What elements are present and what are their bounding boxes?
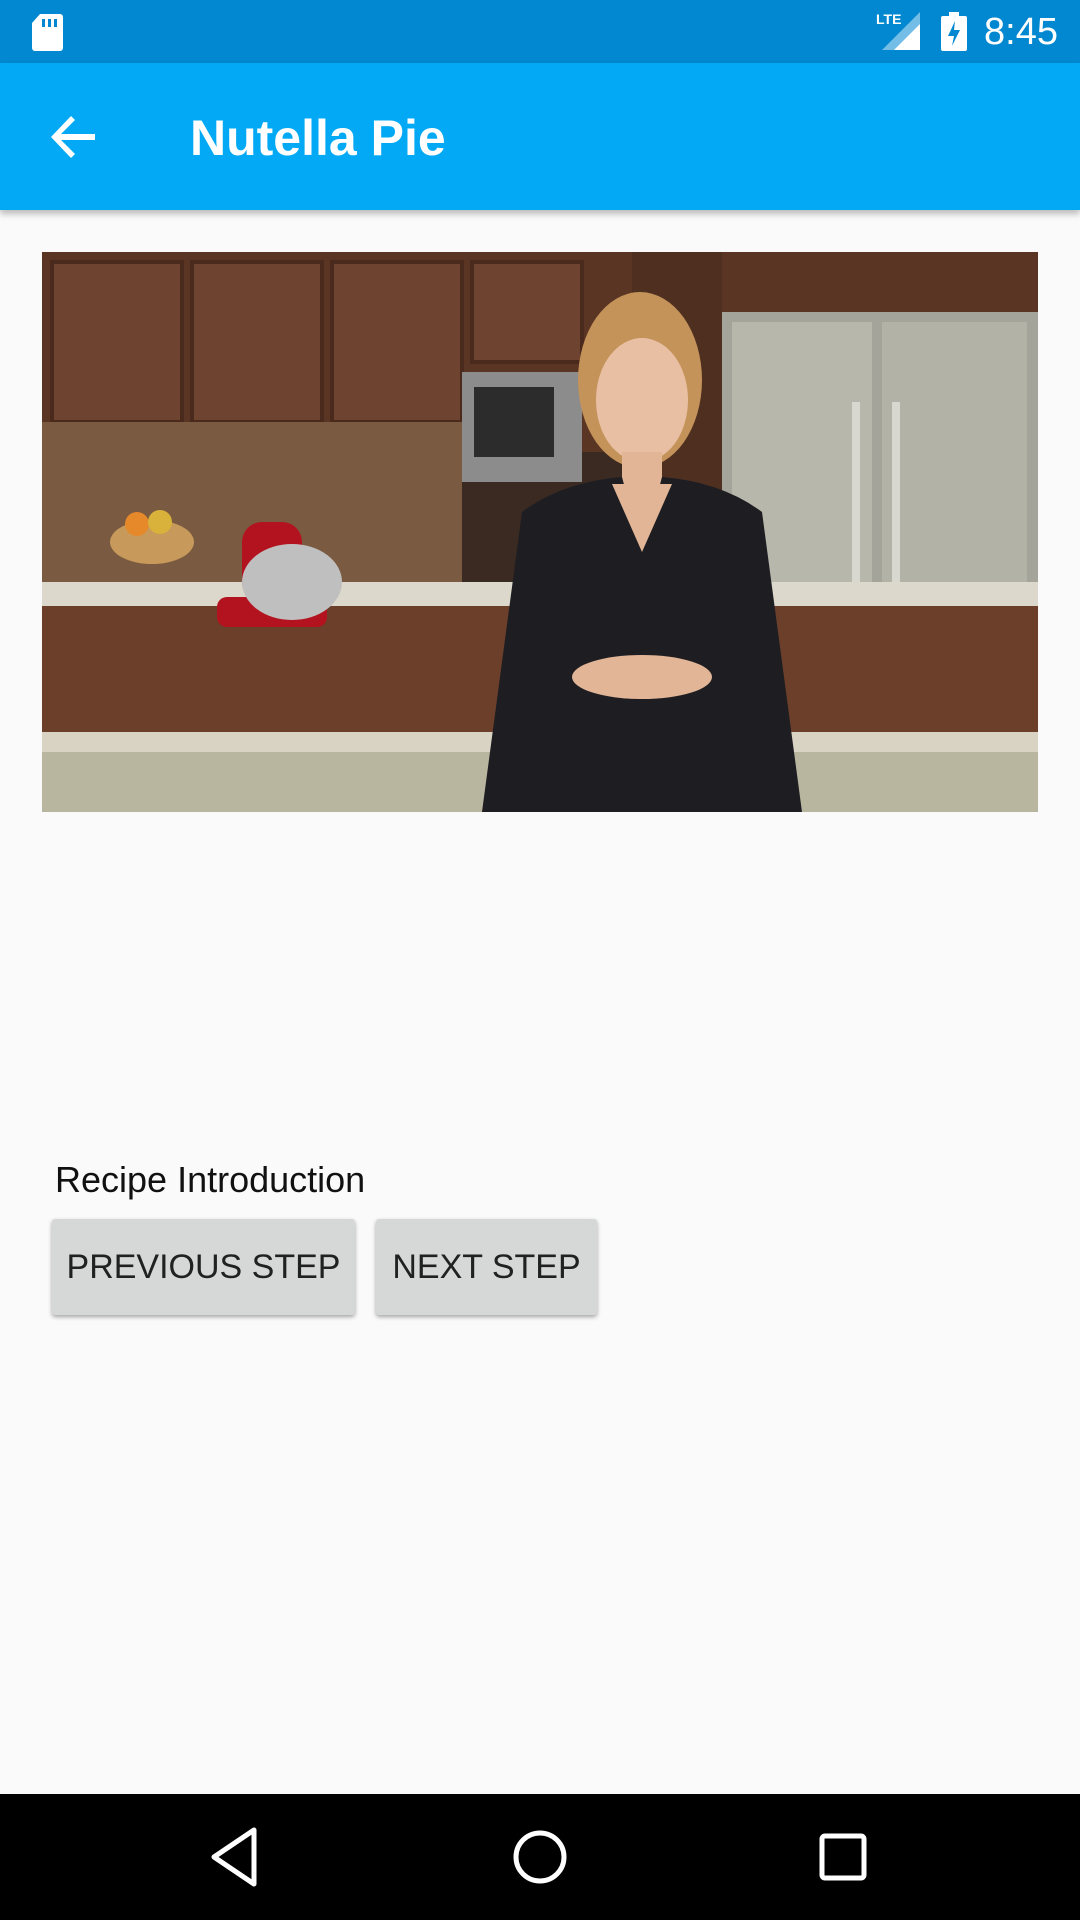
svg-text:LTE: LTE (876, 11, 901, 27)
app-bar: Nutella Pie (0, 63, 1080, 210)
lte-signal-icon: LTE (876, 11, 920, 50)
back-button[interactable] (36, 107, 112, 167)
step-description: Recipe Introduction (55, 1159, 366, 1200)
previous-step-button[interactable]: PREVIOUS STEP (52, 1219, 355, 1315)
video-frame (42, 252, 1038, 812)
arrow-back-icon (51, 116, 95, 158)
nav-recents-icon[interactable] (810, 1824, 876, 1890)
sd-card-icon (32, 14, 63, 51)
status-clock: 8:45 (984, 11, 1058, 53)
next-step-button[interactable]: NEXT STEP (376, 1219, 597, 1315)
page-title: Nutella Pie (190, 110, 446, 166)
status-bar: LTE 8:45 (0, 0, 1080, 63)
nav-home-icon[interactable] (507, 1824, 573, 1890)
system-nav-bar (0, 1794, 1080, 1920)
battery-charging-icon (941, 12, 967, 51)
nav-back-icon[interactable] (204, 1824, 270, 1890)
video-player[interactable] (42, 252, 1038, 812)
